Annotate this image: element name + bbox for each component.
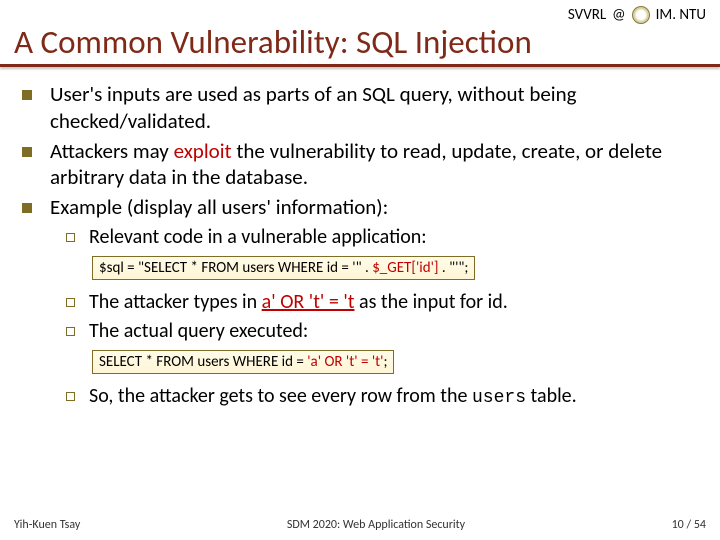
code1-post: . "'"; [442,259,469,277]
sub-bullet-2: The attacker types in a' OR 't' = 't as … [66,290,698,315]
footer: Yih-Kuen Tsay SDM 2020: Web Application … [0,518,720,532]
sub4-post: table. [526,384,577,408]
sub2-pre: The attacker types in [89,290,262,314]
bullet-2-text: Attackers may exploit the vulnerability … [50,138,698,191]
sub-4-text: So, the attacker gets to see every row f… [89,384,577,410]
code1-injection: $_GET['id'] [372,259,438,277]
slide-title: A Common Vulnerability: SQL Injection [0,24,720,64]
footer-author: Yih-Kuen Tsay [14,518,80,532]
footer-course: SDM 2020: Web Application Security [287,518,465,532]
org-name: IM. NTU [656,6,706,24]
sub-bullet-icon [66,392,75,401]
code1-pre: $sql = "SELECT * FROM users WHERE id = '… [99,259,372,277]
sub4-pre: So, the attacker gets to see every row f… [89,384,472,408]
code2-pre: SELECT * FROM users WHERE id = [99,353,307,371]
sub-3-text: The actual query executed: [89,319,308,344]
bullet-3-text: Example (display all users' information)… [50,194,388,220]
footer-page: 10 / 54 [672,518,706,532]
lab-name: SVVRL [568,6,606,24]
bullet-icon [22,147,32,157]
bullet-2-pre: Attackers may [50,138,174,164]
bullet-icon [22,203,32,213]
sub-bullet-icon [66,233,75,242]
users-table-name: users [472,388,526,408]
code-box-1: $sql = "SELECT * FROM users WHERE id = '… [92,256,475,280]
sub-2-text: The attacker types in a' OR 't' = 't as … [89,290,508,315]
title-divider [0,64,720,67]
bullet-2: Attackers may exploit the vulnerability … [22,138,698,191]
code2-post: ; [383,353,387,371]
sub-bullet-1: Relevant code in a vulnerable applicatio… [66,225,698,250]
bullet-1: User's inputs are used as parts of an SQ… [22,81,698,134]
bullet-icon [22,90,32,100]
code2-injection: 'a' OR 't' = 't' [307,353,383,371]
bullet-3: Example (display all users' information)… [22,194,698,220]
sub-1-text: Relevant code in a vulnerable applicatio… [89,225,427,250]
sub-bullet-4: So, the attacker gets to see every row f… [66,384,698,410]
sub-bullet-3: The actual query executed: [66,319,698,344]
sub-bullet-icon [66,327,75,336]
attacker-input: a' OR 't' = 't [262,290,355,314]
code-box-2: SELECT * FROM users WHERE id = 'a' OR 't… [92,350,394,374]
bullet-1-text: User's inputs are used as parts of an SQ… [50,81,698,134]
sub2-post: as the input for id. [354,290,507,314]
exploit-word: exploit [174,138,232,164]
slide-content: User's inputs are used as parts of an SQ… [0,81,720,409]
header: SVVRL @ IM. NTU [0,0,720,24]
sub-bullet-icon [66,298,75,307]
ntu-logo-icon [632,6,650,24]
at-symbol: @ [612,6,625,24]
sub-bullets: Relevant code in a vulnerable applicatio… [66,225,698,410]
